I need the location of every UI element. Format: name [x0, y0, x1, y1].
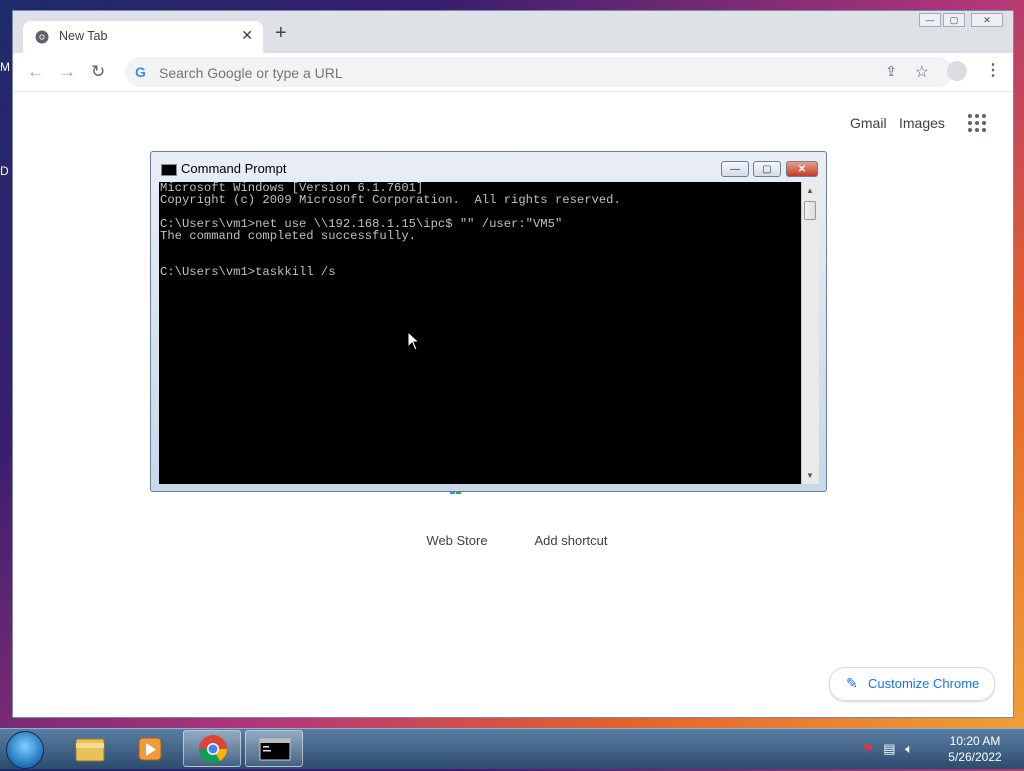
clock-date: 5/26/2022: [948, 750, 1002, 764]
cmd-minimize-button[interactable]: —: [721, 161, 749, 177]
chrome-menu-icon[interactable]: ⋮: [985, 63, 1001, 79]
forward-icon[interactable]: →: [59, 62, 76, 82]
chrome-maximize-button[interactable]: ▢: [943, 13, 965, 27]
google-apps-icon[interactable]: [968, 114, 986, 132]
desktop-letter-m: M: [0, 60, 10, 74]
action-center-flag-icon[interactable]: ⚑: [862, 741, 874, 756]
shortcut-add-shortcut[interactable]: Add shortcut: [521, 533, 621, 548]
reload-icon[interactable]: ↻: [91, 62, 105, 82]
taskbar-cmd-icon[interactable]: [245, 730, 303, 767]
browser-toolbar: ← → ↻ G ⇪ ☆ ⋮: [13, 53, 1013, 92]
console-text: Microsoft Windows [Version 6.1.7601] Cop…: [160, 182, 621, 279]
tab-title: New Tab: [59, 29, 108, 43]
cmd-close-button[interactable]: ✕: [786, 161, 818, 177]
customize-chrome-label: Customize Chrome: [868, 676, 980, 691]
new-tab-button[interactable]: +: [275, 23, 287, 43]
shortcut-web-store[interactable]: Web Store: [417, 533, 497, 548]
tab-new-tab[interactable]: New Tab ✕: [23, 21, 263, 53]
images-link[interactable]: Images: [899, 115, 945, 131]
system-tray: ⚑ ▤ 🔈︎: [862, 741, 913, 757]
cmd-maximize-button[interactable]: ▢: [753, 161, 781, 177]
chrome-close-button[interactable]: ✕: [971, 13, 1003, 27]
google-g-icon: G: [135, 64, 146, 80]
cmd-title: Command Prompt: [181, 161, 287, 176]
cmd-title-icon: [161, 164, 177, 176]
taskbar: ⚑ ▤ 🔈︎ 10:20 AM 5/26/2022: [0, 728, 1024, 769]
back-icon[interactable]: ←: [27, 62, 44, 82]
bookmark-star-icon[interactable]: ☆: [915, 62, 929, 82]
pencil-icon: ✎: [846, 675, 858, 691]
network-icon[interactable]: ▤: [883, 741, 895, 756]
volume-icon[interactable]: 🔈︎: [905, 741, 913, 756]
omnibox[interactable]: G ⇪ ☆: [125, 57, 953, 87]
omnibox-input[interactable]: [157, 61, 861, 85]
console-output[interactable]: Microsoft Windows [Version 6.1.7601] Cop…: [159, 182, 801, 484]
tab-strip: New Tab ✕ + — ▢ ✕: [13, 11, 1013, 53]
gmail-link[interactable]: Gmail: [850, 115, 887, 131]
clock-time: 10:20 AM: [949, 734, 1001, 748]
cmd-scrollbar[interactable]: ▲ ▼: [801, 182, 819, 484]
taskbar-explorer-icon[interactable]: [60, 730, 118, 767]
scroll-up-icon[interactable]: ▲: [806, 186, 814, 195]
mouse-cursor-icon: [407, 331, 421, 351]
chrome-favicon-icon: [35, 30, 49, 44]
profile-avatar-icon[interactable]: [947, 61, 967, 81]
customize-chrome-button[interactable]: ✎ Customize Chrome: [829, 667, 995, 701]
command-prompt-window[interactable]: Command Prompt — ▢ ✕ Microsoft Windows […: [150, 151, 827, 492]
scroll-thumb[interactable]: [804, 201, 816, 220]
taskbar-media-player-icon[interactable]: [122, 730, 180, 767]
scroll-down-icon[interactable]: ▼: [806, 471, 814, 480]
taskbar-chrome-icon[interactable]: [183, 730, 241, 767]
clock[interactable]: 10:20 AM 5/26/2022: [940, 733, 1010, 765]
tab-close-icon[interactable]: ✕: [241, 27, 253, 44]
chrome-minimize-button[interactable]: —: [919, 13, 941, 27]
start-button-icon[interactable]: [6, 731, 44, 769]
share-icon[interactable]: ⇪: [885, 63, 897, 80]
desktop-letter-d: D: [0, 164, 9, 178]
